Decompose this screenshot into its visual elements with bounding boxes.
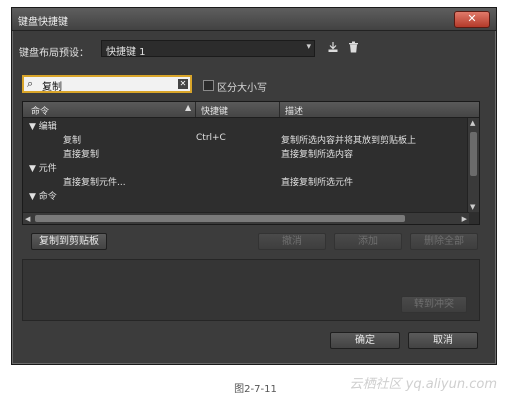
table-row-group-edit[interactable]: ▼ 编辑: [23, 118, 469, 132]
table-row-group-commands[interactable]: ▼ 命令: [23, 188, 469, 202]
scroll-up-icon[interactable]: ▲: [470, 119, 475, 127]
cancel-button[interactable]: 取消: [408, 332, 478, 349]
expand-toggle-icon[interactable]: ▼: [29, 164, 36, 174]
preset-label: 键盘布局预设：: [19, 48, 89, 59]
preset-dropdown[interactable]: 快捷键 1 ▾: [101, 40, 315, 58]
row-description: 直接复制所选内容: [281, 150, 354, 160]
row-command: 直接复制: [63, 150, 100, 160]
scroll-down-icon[interactable]: ▼: [470, 203, 475, 211]
save-preset-icon[interactable]: [326, 41, 340, 55]
ok-button[interactable]: 确定: [330, 332, 400, 349]
horizontal-scroll-thumb[interactable]: [35, 215, 405, 222]
scroll-right-icon[interactable]: ▶: [462, 215, 467, 223]
expand-toggle-icon[interactable]: ▼: [29, 122, 36, 132]
table-header: 命令 ▲ 快捷键 描述: [23, 102, 479, 118]
search-icon: ⌕: [27, 77, 34, 90]
sort-ascending-icon[interactable]: ▲: [185, 103, 191, 112]
preset-value: 快捷键 1: [106, 47, 146, 58]
table-row[interactable]: 直接复制 直接复制所选内容: [23, 146, 469, 160]
shortcut-detail-panel: 转到冲突: [22, 259, 480, 321]
undo-button[interactable]: 撤消: [258, 233, 326, 250]
row-command: 编辑: [38, 122, 57, 132]
table-body: ▼ 编辑 复制 Ctrl+C 复制所选内容并将其放到剪贴板上 直接复制 直接复制…: [23, 118, 469, 202]
dialog-title: 键盘快捷键: [18, 17, 68, 28]
vertical-scroll-thumb[interactable]: [470, 132, 477, 176]
horizontal-scrollbar[interactable]: ◀ ▶: [23, 212, 469, 224]
watermark: 云栖社区 yq.aliyun.com: [349, 377, 497, 392]
case-sensitive-label: 区分大小写: [217, 83, 267, 94]
clear-search-icon[interactable]: ✕: [178, 79, 188, 89]
delete-all-button[interactable]: 删除全部: [410, 233, 478, 250]
search-input[interactable]: ⌕ 复制 ✕: [22, 75, 192, 93]
column-divider[interactable]: [195, 102, 196, 117]
title-bar[interactable]: 键盘快捷键 ✕: [12, 8, 496, 31]
scroll-left-icon[interactable]: ◀: [25, 215, 30, 223]
row-command: 命令: [38, 192, 57, 202]
add-button[interactable]: 添加: [334, 233, 402, 250]
trash-icon[interactable]: [346, 41, 360, 55]
row-command: 元件: [38, 164, 57, 174]
column-divider[interactable]: [279, 102, 280, 117]
row-description: 复制所选内容并将其放到剪贴板上: [281, 136, 417, 146]
shortcuts-table: 命令 ▲ 快捷键 描述 ▼ 编辑 复制 Ctrl+C 复制所选内容并将其放到剪贴…: [22, 101, 480, 225]
search-input-value: 复制: [42, 82, 62, 93]
row-command: 复制: [63, 136, 82, 146]
table-row-group-symbol[interactable]: ▼ 元件: [23, 160, 469, 174]
row-description: 直接复制所选元件: [281, 178, 354, 188]
table-row[interactable]: 复制 Ctrl+C 复制所选内容并将其放到剪贴板上: [23, 132, 469, 146]
expand-toggle-icon[interactable]: ▼: [29, 192, 36, 202]
row-command: 直接复制元件...: [63, 178, 126, 188]
column-header-shortcut[interactable]: 快捷键: [201, 104, 228, 117]
case-sensitive-checkbox[interactable]: [203, 80, 214, 91]
row-shortcut: Ctrl+C: [196, 133, 226, 143]
column-header-description[interactable]: 描述: [285, 104, 303, 117]
go-to-conflict-button[interactable]: 转到冲突: [401, 296, 467, 313]
column-header-command[interactable]: 命令: [31, 104, 49, 117]
copy-to-clipboard-button[interactable]: 复制到剪贴板: [31, 233, 107, 250]
close-button[interactable]: ✕: [454, 11, 490, 28]
vertical-scrollbar[interactable]: ▲ ▼: [467, 118, 479, 212]
chevron-down-icon: ▾: [306, 42, 311, 52]
table-row[interactable]: 直接复制元件... 直接复制所选元件: [23, 174, 469, 188]
